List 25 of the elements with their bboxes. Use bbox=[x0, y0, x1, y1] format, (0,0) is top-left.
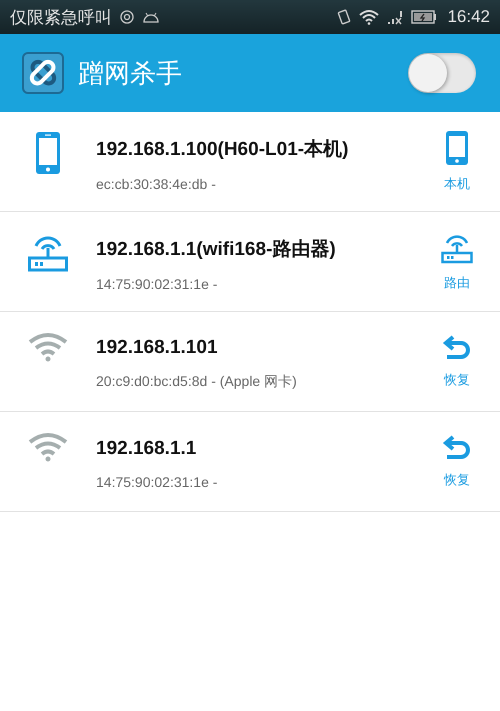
app-title: 蹭网杀手 bbox=[78, 58, 182, 90]
signal-icon bbox=[387, 9, 404, 25]
device-address: 192.168.1.101 bbox=[96, 336, 219, 358]
device-mac: 14:75:90:02:31:1e - bbox=[96, 276, 218, 292]
target-icon bbox=[120, 10, 134, 24]
app-logo-icon bbox=[22, 52, 64, 94]
wifi-icon bbox=[28, 432, 68, 462]
phone-icon bbox=[36, 132, 60, 174]
clock-text: 16:42 bbox=[447, 7, 490, 27]
battery-icon bbox=[411, 10, 438, 24]
phone-icon bbox=[446, 130, 468, 164]
device-address: 192.168.1.100(H60-L01-本机) bbox=[96, 138, 350, 162]
wifi-icon bbox=[359, 9, 380, 25]
device-address: 192.168.1.1(wifi168-路由器) bbox=[96, 238, 337, 262]
undo-arrow-icon bbox=[443, 434, 471, 460]
device-mac: 14:75:90:02:31:1e - bbox=[96, 474, 218, 490]
vibrate-icon bbox=[337, 9, 352, 25]
device-mac: 20:c9:d0:bc:d5:8d - (Apple 网卡) bbox=[96, 372, 298, 390]
toggle-switch[interactable] bbox=[408, 53, 476, 93]
status-text: 仅限紧急呼叫 bbox=[10, 6, 112, 28]
android-icon bbox=[142, 11, 160, 23]
device-address: 192.168.1.1 bbox=[96, 438, 198, 460]
wifi-icon bbox=[28, 332, 68, 362]
device-mac: ec:cb:30:38:4e:db - bbox=[96, 176, 217, 192]
undo-arrow-icon bbox=[443, 334, 471, 360]
